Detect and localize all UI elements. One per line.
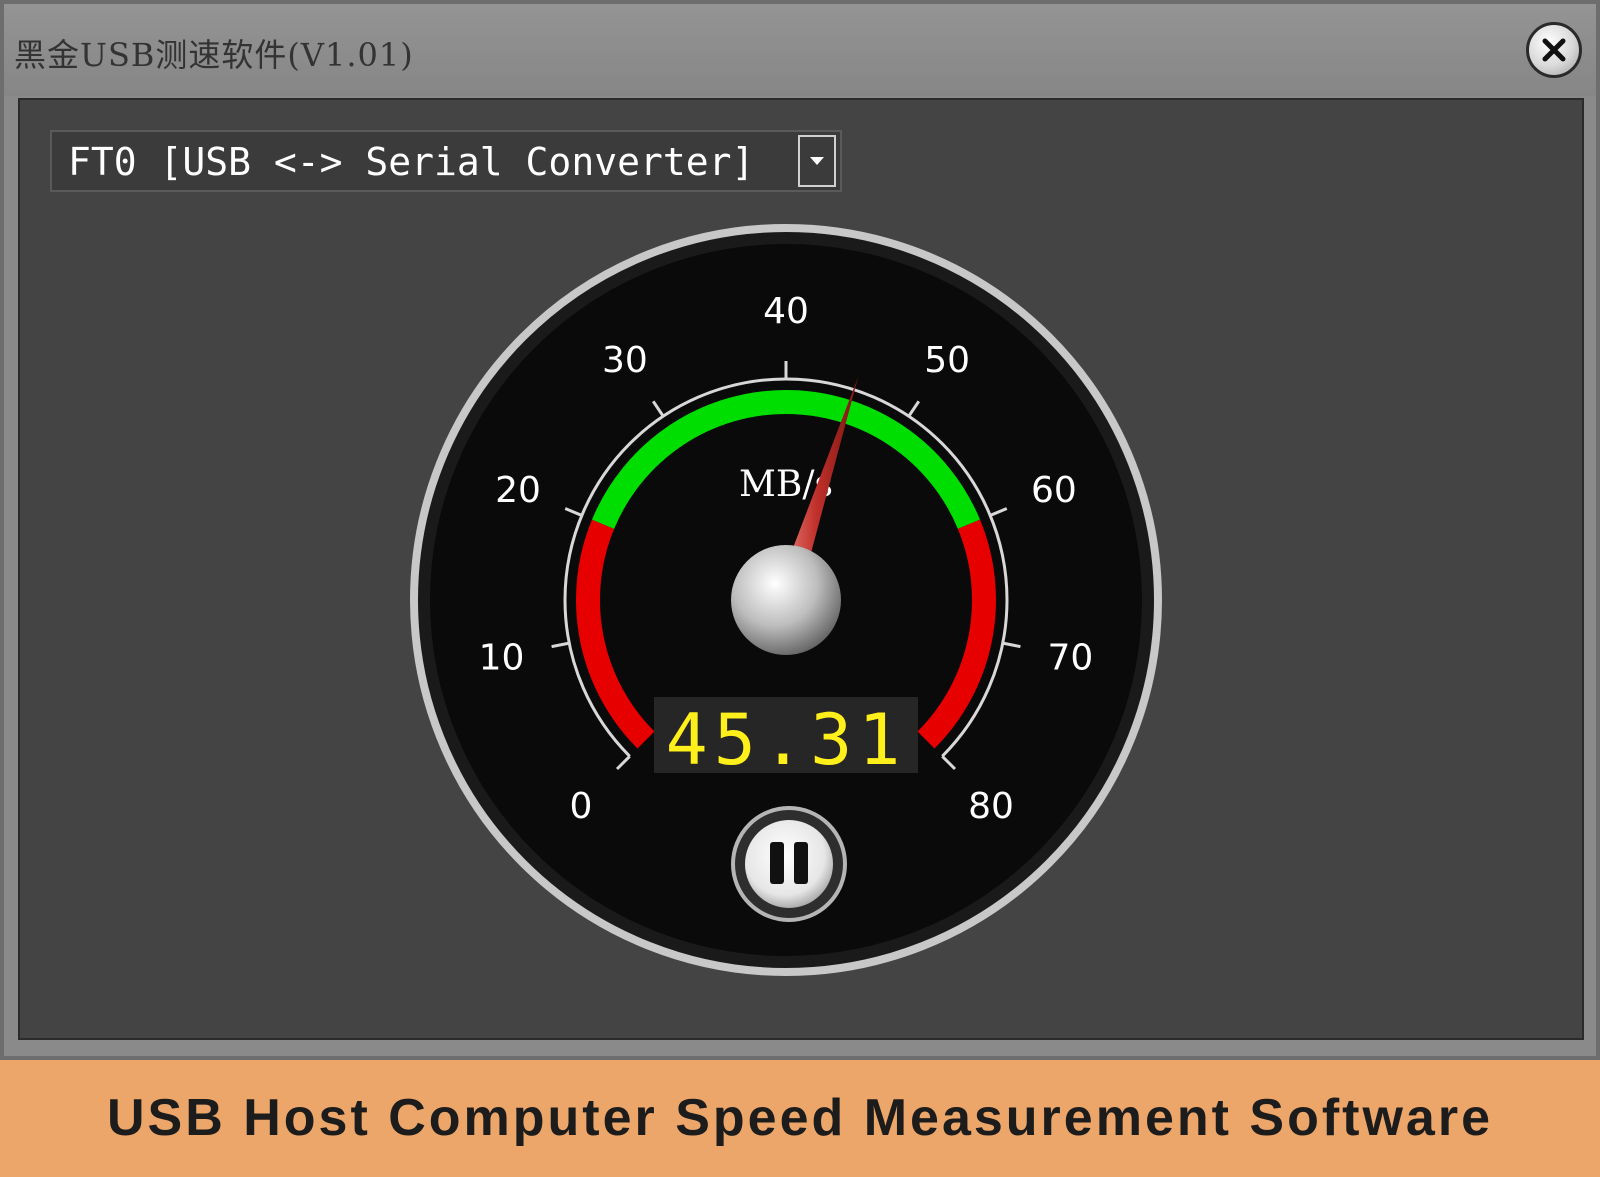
- pause-button[interactable]: [731, 806, 847, 922]
- speed-gauge: 01020304050607080 MB/s 45.31: [410, 224, 1162, 976]
- title-bar[interactable]: 黑金USB测速软件(V1.01): [4, 4, 1596, 96]
- needle-hub: [731, 545, 841, 655]
- digital-display: 45.31: [666, 699, 907, 781]
- tick-label-60: 60: [1031, 470, 1077, 511]
- window-title: 黑金USB测速软件(V1.01): [14, 36, 414, 74]
- caption-text: USB Host Computer Speed Measurement Soft…: [106, 1089, 1494, 1147]
- tick-label-70: 70: [1048, 638, 1094, 679]
- close-icon: [1542, 38, 1566, 62]
- tick-label-40: 40: [763, 291, 809, 332]
- tick-label-80: 80: [968, 786, 1014, 827]
- app-window: 黑金USB测速软件(V1.01) FT0 [USB <-> Serial Con…: [0, 0, 1600, 1060]
- tick-label-0: 0: [569, 786, 592, 827]
- caption-banner: USB Host Computer Speed Measurement Soft…: [0, 1060, 1600, 1177]
- main-panel: FT0 [USB <-> Serial Converter] 0 10 20 3…: [18, 98, 1584, 1040]
- tick-label-10: 10: [479, 638, 525, 679]
- tick-label-20: 20: [495, 470, 541, 511]
- tick-label-30: 30: [602, 340, 648, 381]
- close-button[interactable]: [1526, 22, 1582, 78]
- tick-label-50: 50: [924, 340, 970, 381]
